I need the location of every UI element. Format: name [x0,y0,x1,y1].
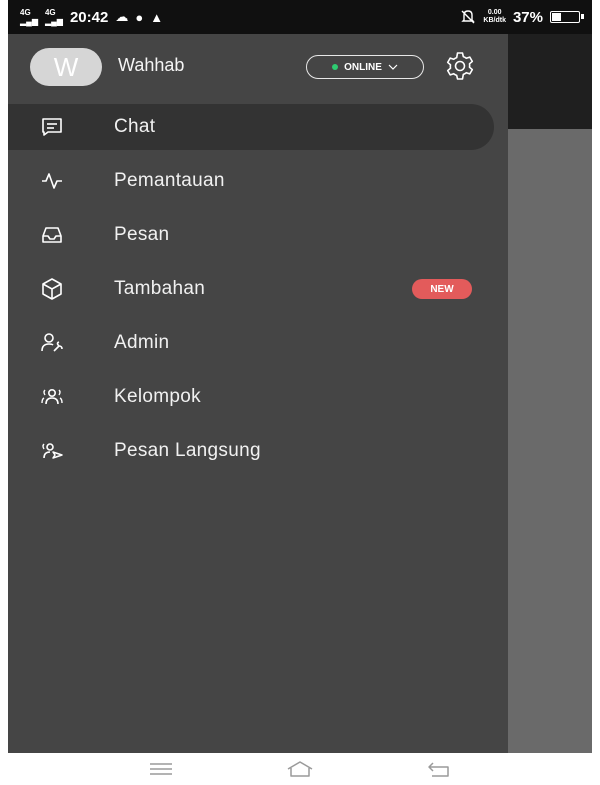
menu-item-admin[interactable]: Admin [8,320,508,366]
username[interactable]: Wahhab [118,55,184,76]
battery-percent: 37% [512,8,543,26]
menu-item-label: Kelompok [114,386,201,407]
avatar[interactable]: W [30,48,102,86]
app-header-background [508,34,592,129]
direct-message-icon [42,443,63,459]
warning-icon: ▲ [150,9,164,25]
new-badge: NEW [412,279,472,299]
mute-icon [461,10,476,24]
navigation-drawer: W Wahhab ONLINE Chat Pemantauan Pesan Ta… [8,34,508,753]
status-bar-right: 0.00 KB/dtk 37% [460,8,584,26]
status-bar-left: 4G ▂▄▆ 4G ▂▄▆ 20:42 ☁ ● ▲ [20,8,163,26]
clock: 20:42 [69,8,109,26]
battery-fill [552,13,561,21]
message-bubble-icon: ● [135,9,144,25]
menu-item-pesan[interactable]: Pesan [8,212,508,258]
cube-icon [42,278,62,300]
menu-icon[interactable] [146,759,176,779]
gear-icon[interactable] [444,50,476,82]
drawer-menu: Chat Pemantauan Pesan Tambahan NEW Admin… [8,104,508,482]
pulse-icon [42,173,62,189]
menu-item-tambahan[interactable]: Tambahan NEW [8,266,508,312]
status-label: ONLINE [344,61,382,73]
menu-item-label: Pemantauan [114,170,225,191]
chevron-down-icon [388,64,398,70]
signal-2-icon: 4G ▂▄▆ [44,8,63,26]
status-bar: 4G ▂▄▆ 4G ▂▄▆ 20:42 ☁ ● ▲ 0.00 KB/dtk 37% [8,0,592,34]
menu-item-pemantauan[interactable]: Pemantauan [8,158,508,204]
menu-item-label: Tambahan [114,278,206,299]
menu-item-label: Pesan [114,224,170,245]
admin-icon [41,333,63,352]
menu-item-label: Chat [114,116,156,137]
menu-item-label: Admin [114,332,170,353]
battery-icon [550,11,584,23]
app-background[interactable] [508,34,592,753]
menu-item-chat[interactable]: Chat [8,104,494,150]
data-speed: 0.00 KB/dtk [483,9,506,24]
cloud-icon: ☁ [115,9,129,24]
online-dot-icon [332,64,339,70]
home-icon[interactable] [285,759,315,779]
group-icon [41,389,63,405]
menu-item-label: Pesan Langsung [114,440,261,461]
menu-item-kelompok[interactable]: Kelompok [8,374,508,420]
signal-1-icon: 4G ▂▄▆ [20,8,38,26]
menu-item-pesan-langsung[interactable]: Pesan Langsung [8,428,508,474]
system-navigation-bar [0,753,600,785]
chat-icon [42,118,62,136]
inbox-icon [42,227,62,243]
back-icon[interactable] [424,759,454,779]
drawer-header: W Wahhab ONLINE [8,34,508,100]
status-dropdown[interactable]: ONLINE [306,55,424,79]
